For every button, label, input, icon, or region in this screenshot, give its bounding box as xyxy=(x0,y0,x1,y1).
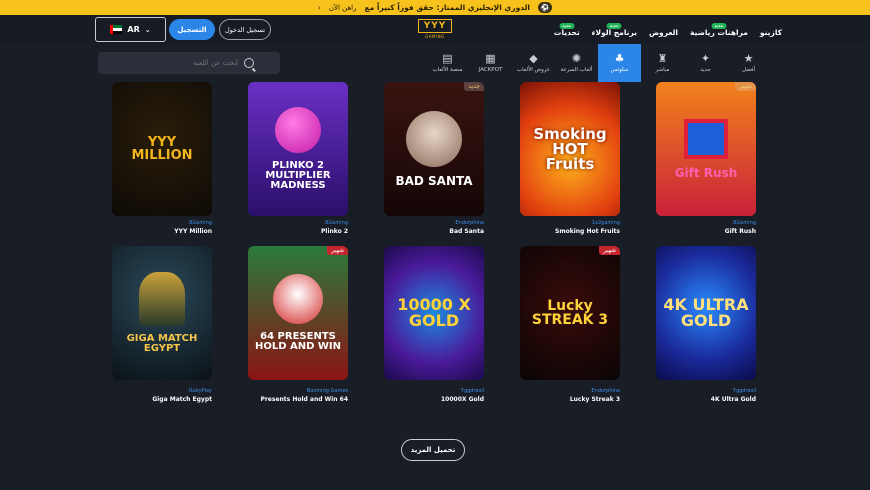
game-thumbnail[interactable]: PLINKO 2 MULTIPLIER MADNESS xyxy=(248,82,348,216)
tab-new[interactable]: ✦ جديد xyxy=(684,44,727,82)
new-tag: جديد xyxy=(464,82,484,91)
login-button[interactable]: تسجيل الدخول xyxy=(219,19,271,40)
nav-casino[interactable]: كازينو xyxy=(760,22,782,37)
game-provider: BGaming xyxy=(733,220,756,226)
search-input[interactable] xyxy=(98,59,238,67)
load-more-button[interactable]: تحميل المزيد xyxy=(401,439,465,461)
game-thumbnail[interactable]: جديد BAD SANTA xyxy=(384,82,484,216)
game-art-title: GIGA MATCH EGYPT xyxy=(126,333,198,354)
game-art-title: BAD SANTA xyxy=(395,174,473,188)
live-icon: ♜ xyxy=(657,52,668,65)
game-thumbnail[interactable]: شهير 64 PRESENTS HOLD AND WIN xyxy=(248,246,348,380)
game-provider: Endorphina xyxy=(455,220,484,226)
nav-loyalty[interactable]: جديد برنامج الولاء xyxy=(592,22,637,37)
gift-box-icon xyxy=(684,119,728,159)
game-art-title: Gift Rush xyxy=(674,166,738,180)
game-art-title: Smoking HOT Fruits xyxy=(533,124,607,173)
game-search[interactable] xyxy=(98,52,280,74)
tab-platform[interactable]: ▤ منصة الألعاب xyxy=(426,44,469,82)
game-provider: Yggdrasil xyxy=(460,388,484,394)
tab-crash-games[interactable]: ✺ ألعاب السرعة xyxy=(555,44,598,82)
game-thumbnail[interactable]: YYY MILLION xyxy=(112,82,212,216)
chevron-down-icon: ⌄ xyxy=(144,25,151,34)
nav-promotions[interactable]: العروض xyxy=(649,22,678,37)
game-thumbnail[interactable]: 4K ULTRA GOLD xyxy=(656,246,756,380)
game-name: Bad Santa xyxy=(449,228,484,235)
game-art-title: 64 PRESENTS HOLD AND WIN xyxy=(254,331,342,352)
game-name: YYY Million xyxy=(174,228,212,235)
game-name: Presents Hold and Win 64 xyxy=(260,396,348,403)
pharaoh-character xyxy=(139,272,185,326)
nav-challenges[interactable]: جديد تحديات xyxy=(554,22,580,37)
new-badge: جديد xyxy=(606,23,622,29)
game-provider: Endorphina xyxy=(591,388,620,394)
santa-character xyxy=(273,274,323,324)
language-selector[interactable]: AR ⌄ xyxy=(95,17,166,42)
tournament-icon: ⚽ xyxy=(537,2,552,13)
star-icon: ★ xyxy=(743,52,754,65)
game-provider: Yggdrasil xyxy=(732,388,756,394)
game-thumbnail[interactable]: 10000 X GOLD xyxy=(384,246,484,380)
search-icon xyxy=(244,58,254,68)
game-thumbnail[interactable]: GIGA MATCH EGYPT xyxy=(112,246,212,380)
game-thumbnail[interactable]: شهير Lucky STREAK 3 xyxy=(520,246,620,380)
game-provider: RubyPlay xyxy=(189,388,212,394)
tab-live[interactable]: ♜ مباشر xyxy=(641,44,684,82)
new-icon: ✦ xyxy=(700,52,711,65)
header: AR ⌄ التسجيل تسجيل الدخول YYY GAMING كاز… xyxy=(0,15,870,44)
plinko-ball-icon xyxy=(275,107,321,153)
santa-character xyxy=(406,111,462,167)
game-provider: Booming Games xyxy=(306,388,348,394)
tab-game-shows[interactable]: ◆ عروض الألعاب xyxy=(512,44,555,82)
crash-icon: ✺ xyxy=(571,52,582,65)
game-art-title: PLINKO 2 MULTIPLIER MADNESS xyxy=(265,160,331,191)
popular-tag: شهير xyxy=(599,246,620,255)
tab-slots[interactable]: ♣ سلوتس xyxy=(598,44,641,82)
new-badge: جديد xyxy=(711,23,727,29)
jackpot-icon: ▦ xyxy=(485,52,496,65)
game-name: 10000X Gold xyxy=(441,396,484,403)
platform-icon: ▤ xyxy=(442,52,453,65)
game-name: Gift Rush xyxy=(724,228,756,235)
game-name: 4K Ultra Gold xyxy=(710,396,756,403)
game-thumbnail[interactable]: Smoking HOT Fruits xyxy=(520,82,620,216)
chevron-left-icon: ‹ xyxy=(318,3,321,12)
popular-tag: شهير xyxy=(327,246,348,255)
game-art-title: 4K ULTRA GOLD xyxy=(663,295,749,330)
tab-best[interactable]: ★ أفضل xyxy=(727,44,770,82)
game-provider: BGaming xyxy=(325,220,348,226)
game-name: Plinko 2 xyxy=(321,228,348,235)
promo-bar[interactable]: ⚽ الدوري الإنجليزي الممتاز: حقق فوزاً كب… xyxy=(0,0,870,15)
top-nav: كازينو جديد مراهنات رياضية العروض جديد برن… xyxy=(554,15,782,44)
diamond-icon: ◆ xyxy=(529,52,538,65)
register-button[interactable]: التسجيل xyxy=(169,19,215,40)
nav-sports-betting[interactable]: جديد مراهنات رياضية xyxy=(690,22,748,37)
popular-tag: شهير xyxy=(735,82,756,91)
promo-link[interactable]: راهن الآن xyxy=(329,4,357,12)
game-name: Lucky Streak 3 xyxy=(569,396,620,403)
language-code: AR xyxy=(127,25,140,34)
logo[interactable]: YYY GAMING xyxy=(417,19,453,41)
game-art-title: 10000 X GOLD xyxy=(397,295,471,330)
game-provider: 1x2gaming xyxy=(591,220,620,226)
uae-flag-icon xyxy=(110,25,123,34)
game-name: Giga Match Egypt xyxy=(152,396,212,403)
game-art-title: Lucky STREAK 3 xyxy=(531,298,609,328)
logo-subtitle: GAMING xyxy=(425,34,445,39)
tab-jackpot[interactable]: ▦ JACKPOT xyxy=(469,44,512,82)
category-tabs: ★ أفضل ✦ جديد ♜ مباشر ♣ سلوتس ✺ ألعاب السرعة … xyxy=(426,44,770,82)
logo-mark: YYY xyxy=(418,19,452,33)
game-provider: BGaming xyxy=(189,220,212,226)
game-name: Smoking Hot Fruits xyxy=(555,228,620,235)
slots-cherry-icon: ♣ xyxy=(614,52,625,65)
promo-text: الدوري الإنجليزي الممتاز: حقق فوزاً كبير… xyxy=(364,3,530,12)
game-thumbnail[interactable]: شهير Gift Rush xyxy=(656,82,756,216)
new-badge: جديد xyxy=(559,23,575,29)
game-art-title: YYY MILLION xyxy=(131,135,193,163)
